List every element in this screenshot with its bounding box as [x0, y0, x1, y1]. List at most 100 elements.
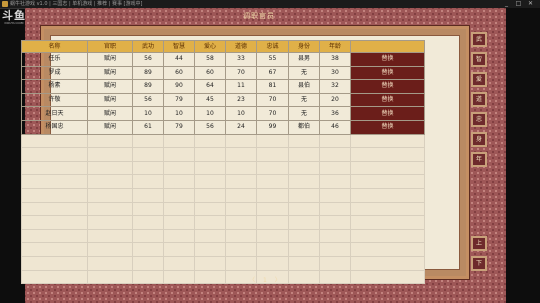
cell-age: 46	[319, 119, 351, 135]
empty-cell	[163, 255, 195, 271]
empty-cell	[132, 133, 164, 149]
replace-button[interactable]: 替换	[350, 92, 425, 108]
replace-button[interactable]: 替换	[350, 52, 425, 67]
empty-cell	[288, 187, 320, 203]
pager-prev[interactable]: 〈	[249, 276, 255, 286]
empty-cell	[194, 133, 226, 149]
empty-cell	[225, 242, 257, 257]
empty-cell	[256, 160, 289, 176]
empty-cell	[194, 174, 226, 189]
cell-name: 杨国忠	[21, 119, 88, 135]
cell-shenfen: 县伯	[288, 79, 320, 94]
sort-age-button[interactable]: 年	[471, 152, 487, 167]
empty-cell	[132, 255, 164, 271]
cell-zhihui: 60	[163, 65, 195, 81]
empty-cell	[319, 147, 351, 162]
empty-cell	[87, 255, 133, 271]
empty-cell	[163, 174, 195, 189]
empty-cell	[350, 201, 425, 217]
empty-cell	[319, 269, 351, 285]
empty-cell	[350, 187, 425, 203]
empty-cell	[194, 160, 226, 176]
empty-cell	[194, 201, 226, 217]
cell-daode: 33	[225, 52, 257, 67]
col-header-aixin: 爱心	[194, 40, 226, 53]
empty-cell	[21, 228, 88, 244]
table-row[interactable]: 赵日天 赋闲 10 10 10 10 70 无 36 替换	[21, 106, 425, 121]
empty-cell	[225, 133, 257, 149]
cell-zhongcheng: 70	[256, 92, 289, 108]
cell-zhongcheng: 81	[256, 79, 289, 94]
empty-row	[21, 255, 425, 271]
col-header-name: 名称	[21, 40, 88, 53]
empty-cell	[350, 133, 425, 149]
dialog-title: 调职官员	[243, 12, 275, 20]
empty-cell	[350, 160, 425, 176]
empty-row	[21, 187, 425, 203]
officer-table: 名称 官职 武功 智慧 爱心 道德 忠诚 身份 年龄 任乐 赋闲 56 44 5…	[21, 40, 425, 285]
table-row[interactable]: 许敬 赋闲 56 79 45 23 70 无 20 替换	[21, 92, 425, 108]
maximize-button[interactable]: □	[515, 1, 522, 7]
empty-cell	[163, 201, 195, 217]
sort-aixin-button[interactable]: 爱	[471, 72, 487, 87]
empty-cell	[256, 133, 289, 149]
cell-name: 赵日天	[21, 106, 88, 121]
empty-cell	[350, 242, 425, 257]
cell-wugong: 89	[132, 79, 164, 94]
cell-wugong: 10	[132, 106, 164, 121]
empty-cell	[21, 160, 88, 176]
empty-cell	[225, 215, 257, 230]
cell-daode: 10	[225, 106, 257, 121]
replace-button[interactable]: 替换	[350, 106, 425, 121]
empty-cell	[256, 187, 289, 203]
empty-row	[21, 133, 425, 149]
table-row[interactable]: 罗成 赋闲 89 60 60 70 67 无 30 替换	[21, 65, 425, 81]
empty-cell	[87, 147, 133, 162]
col-header-shenfen: 身份	[288, 40, 320, 53]
empty-cell	[319, 133, 351, 149]
empty-cell	[225, 201, 257, 217]
minimize-button[interactable]: _	[503, 1, 510, 7]
empty-cell	[350, 174, 425, 189]
empty-cell	[87, 269, 133, 285]
close-button[interactable]: ✕	[527, 1, 534, 7]
sort-shenfen-button[interactable]: 身	[471, 132, 487, 147]
empty-cell	[288, 174, 320, 189]
cell-daode: 23	[225, 92, 257, 108]
empty-cell	[87, 187, 133, 203]
empty-cell	[225, 228, 257, 244]
sort-wugong-button[interactable]: 武	[471, 32, 487, 47]
page-up-button[interactable]: 上	[471, 236, 487, 251]
pager-page: 1	[262, 277, 267, 284]
cell-zhihui: 79	[163, 119, 195, 135]
replace-button[interactable]: 替换	[350, 79, 425, 94]
pager-next[interactable]: 〉	[275, 276, 281, 286]
empty-cell	[225, 255, 257, 271]
sort-daode-button[interactable]: 道	[471, 92, 487, 107]
table-row[interactable]: 杨素 赋闲 89 90 64 11 81 县伯 32 替换	[21, 79, 425, 94]
replace-button[interactable]: 替换	[350, 65, 425, 81]
sort-zhihui-button[interactable]: 智	[471, 52, 487, 67]
cell-age: 38	[319, 52, 351, 67]
empty-cell	[132, 215, 164, 230]
empty-row	[21, 215, 425, 230]
empty-cell	[319, 215, 351, 230]
empty-cell	[256, 255, 289, 271]
empty-cell	[21, 215, 88, 230]
empty-cell	[87, 160, 133, 176]
cell-zhihui: 44	[163, 52, 195, 67]
replace-button[interactable]: 替换	[350, 119, 425, 135]
empty-cell	[319, 201, 351, 217]
page-down-button[interactable]: 下	[471, 256, 487, 271]
empty-cell	[87, 228, 133, 244]
table-row[interactable]: 杨国忠 赋闲 61 79 56 24 99 都伯 46 替换	[21, 119, 425, 135]
table-row[interactable]: 任乐 赋闲 56 44 58 33 55 县男 38 替换	[21, 52, 425, 67]
window-title: 蜗牛社游戏 v1.0 | 三国志 | 单机游戏 | 推荐 | 赛事 [游戏中]	[10, 1, 143, 7]
col-header-action	[350, 40, 425, 53]
cell-shenfen: 都伯	[288, 119, 320, 135]
cell-zhongcheng: 55	[256, 52, 289, 67]
sort-zhongcheng-button[interactable]: 忠	[471, 112, 487, 127]
empty-cell	[132, 201, 164, 217]
cell-wugong: 61	[132, 119, 164, 135]
col-header-age: 年龄	[319, 40, 351, 53]
